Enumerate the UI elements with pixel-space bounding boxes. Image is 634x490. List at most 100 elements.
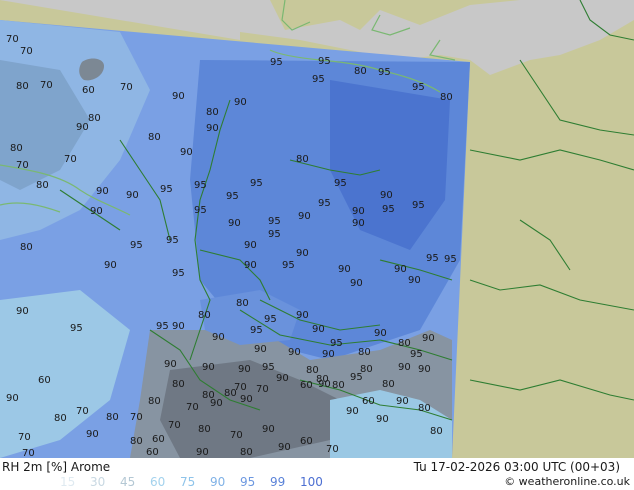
contour-label: 90: [16, 306, 29, 317]
legend-item: 15: [60, 475, 76, 489]
contour-label: 90: [212, 332, 225, 343]
contour-label: 95: [270, 57, 283, 68]
footer-bar: RH 2m [%] Arome Tu 17-02-2026 03:00 UTC …: [0, 458, 634, 490]
contour-label: 90: [238, 364, 251, 375]
contour-label: 80: [360, 364, 373, 375]
contour-label: 90: [262, 424, 275, 435]
contour-label: 70: [256, 384, 269, 395]
contour-label: 90: [76, 122, 89, 133]
contour-label: 90: [196, 447, 209, 458]
contour-label: 70: [168, 420, 181, 431]
contour-label: 90: [346, 406, 359, 417]
contour-label: 80: [10, 143, 23, 154]
contour-label: 95: [268, 216, 281, 227]
contour-label: 95: [412, 200, 425, 211]
contour-label: 80: [148, 132, 161, 143]
contour-label: 90: [422, 333, 435, 344]
contour-label: 95: [194, 180, 207, 191]
contour-label: 70: [16, 160, 29, 171]
contour-label: 80: [130, 436, 143, 447]
contour-label: 90: [394, 264, 407, 275]
contour-label: 90: [276, 373, 289, 384]
contour-label: 95: [410, 349, 423, 360]
contour-label: 90: [374, 328, 387, 339]
contour-label: 80: [198, 310, 211, 321]
contour-label: 60: [38, 375, 51, 386]
contour-label: 95: [250, 325, 263, 336]
map-area: 70 70 80 70 60 70 80 90 80 80 70 90 80 90 90 90 95 95 95 80…: [0, 0, 634, 458]
contour-label: 90: [240, 394, 253, 405]
contour-label: 90: [172, 91, 185, 102]
contour-label: 95: [250, 178, 263, 189]
contour-label: 80: [398, 338, 411, 349]
contour-label: 95: [330, 338, 343, 349]
contour-label: 95: [318, 56, 331, 67]
contour-label: 80: [316, 374, 329, 385]
contour-label: 70: [230, 430, 243, 441]
legend-item: 100: [300, 475, 323, 489]
contour-label: 90: [180, 147, 193, 158]
contour-label: 80: [224, 388, 237, 399]
contour-label: 90: [288, 347, 301, 358]
contour-label: 90: [210, 398, 223, 409]
contour-label: 90: [398, 362, 411, 373]
contour-label: 90: [312, 324, 325, 335]
contour-label: 80: [172, 379, 185, 390]
contour-label: 95: [194, 205, 207, 216]
contour-label: 80: [296, 154, 309, 165]
contour-label: 90: [322, 349, 335, 360]
contour-label: 70: [18, 432, 31, 443]
contour-label: 90: [278, 442, 291, 453]
contour-label: 90: [90, 206, 103, 217]
contour-label: 90: [126, 190, 139, 201]
contour-label: 90: [338, 264, 351, 275]
contour-label: 90: [96, 186, 109, 197]
contour-label: 70: [64, 154, 77, 165]
contour-label: 95: [282, 260, 295, 271]
contour-label: 80: [358, 347, 371, 358]
contour-label: 80: [16, 81, 29, 92]
contour-label: 60: [146, 447, 159, 458]
rh-map: 707080 70 60 708090808070908090909095 959580…: [0, 0, 634, 458]
contour-label: 80: [20, 242, 33, 253]
contour-label: 95: [268, 229, 281, 240]
contour-label: 80: [354, 66, 367, 77]
contour-label: 90: [396, 396, 409, 407]
contour-label: 95: [378, 67, 391, 78]
legend-item: 45: [120, 475, 136, 489]
contour-label: 95: [160, 184, 173, 195]
contour-label: 90: [244, 260, 257, 271]
contour-label: 60: [362, 396, 375, 407]
map-title: RH 2m [%] Arome: [2, 460, 111, 474]
contour-label: 80: [418, 403, 431, 414]
contour-label: 95: [226, 191, 239, 202]
contour-label: 90: [352, 218, 365, 229]
weather-map-frame: 70 70 80 70 60 70 80 90 80 80 70 90 80 90 90 90 95 95 95 80…: [0, 0, 634, 490]
contour-label: 70: [22, 448, 35, 458]
contour-label: 90: [172, 321, 185, 332]
contour-label: 80: [36, 180, 49, 191]
contour-label: 80: [106, 412, 119, 423]
contour-label: 90: [296, 248, 309, 259]
legend-item: 30: [90, 475, 106, 489]
contour-label: 70: [326, 444, 339, 455]
contour-label: 95: [130, 240, 143, 251]
contour-label: 90: [86, 429, 99, 440]
contour-label: 90: [350, 278, 363, 289]
contour-label: 80: [198, 424, 211, 435]
map-timestamp: Tu 17-02-2026 03:00 UTC (00+03): [413, 460, 620, 474]
contour-label: 90: [104, 260, 117, 271]
contour-label: 90: [298, 211, 311, 222]
contour-label: 95: [70, 323, 83, 334]
copyright-text: © weatheronline.co.uk: [504, 475, 630, 488]
contour-label: 70: [130, 412, 143, 423]
legend-item: 75: [180, 475, 196, 489]
contour-label: 80: [54, 413, 67, 424]
contour-label: 95: [382, 204, 395, 215]
contour-label: 95: [334, 178, 347, 189]
contour-label: 90: [206, 123, 219, 134]
contour-label: 95: [444, 254, 457, 265]
contour-label: 90: [244, 240, 257, 251]
contour-label: 70: [40, 80, 53, 91]
contour-label: 95: [262, 362, 275, 373]
